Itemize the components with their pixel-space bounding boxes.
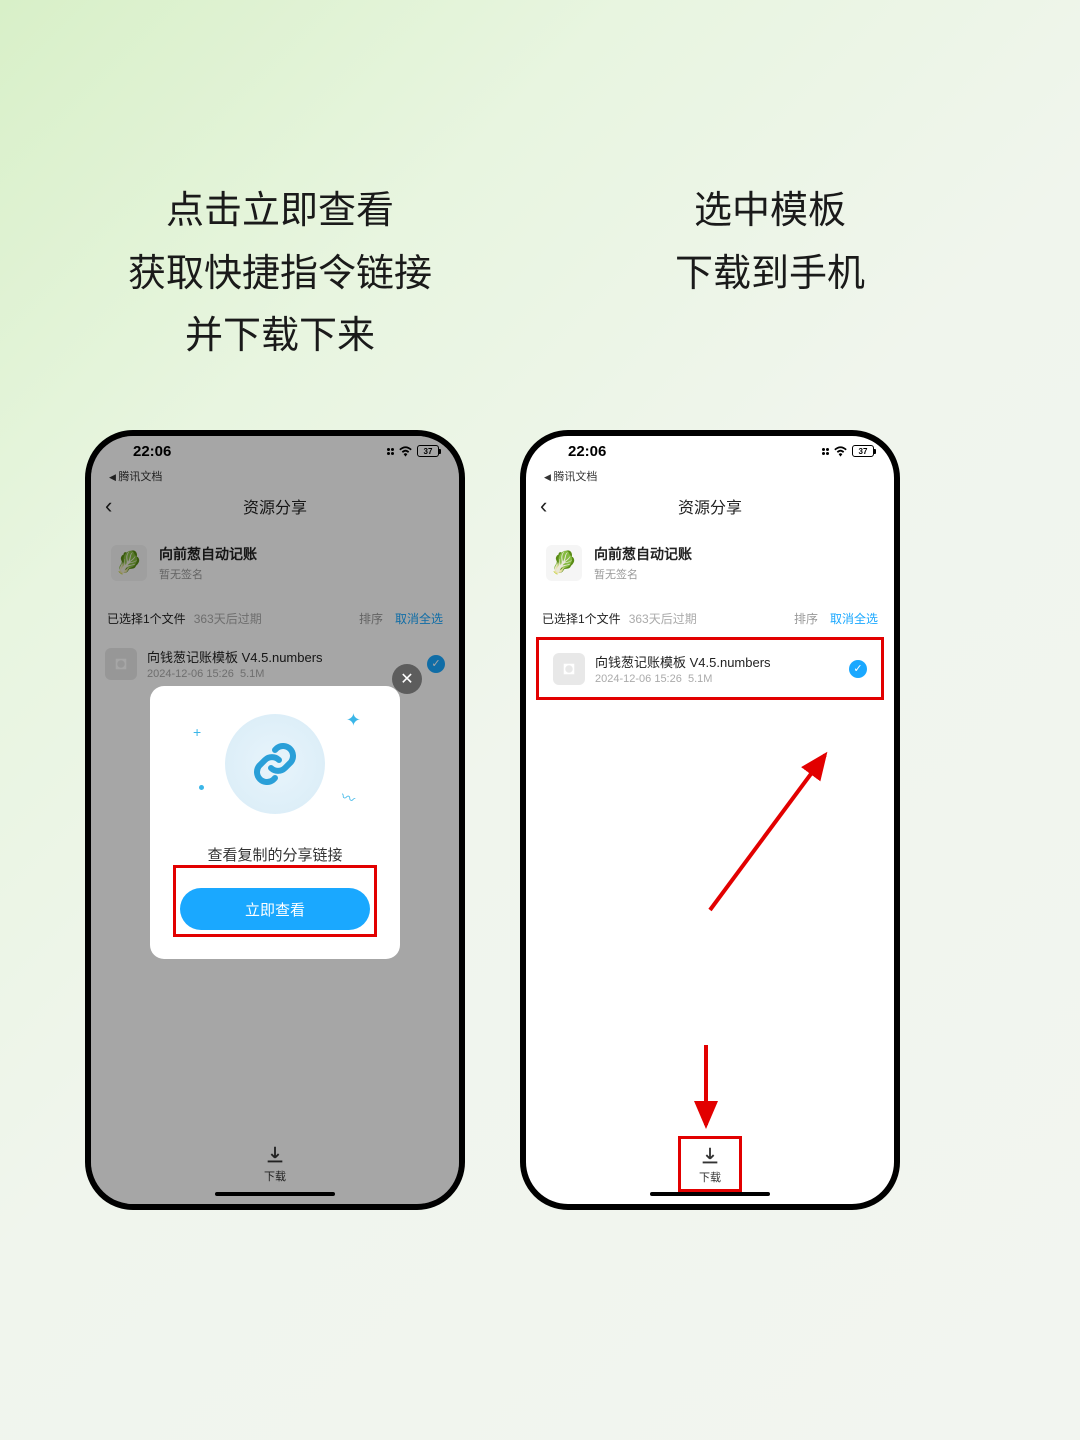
home-indicator [650, 1192, 770, 1196]
selected-count: 已选择1个文件 [107, 610, 186, 627]
bottom-bar: 下载 [91, 1124, 459, 1204]
profile-block: 🥬 向前葱自动记账 暂无签名 [526, 526, 894, 602]
sparkle-icon [199, 785, 204, 790]
file-icon [105, 648, 137, 680]
nav-title: 资源分享 [243, 494, 307, 518]
download-icon [699, 1145, 721, 1167]
sparkle-icon: + [193, 724, 201, 740]
link-illustration: + ✦ 〰 [225, 714, 325, 814]
battery-icon: 37 [417, 445, 439, 457]
status-time: 22:06 [568, 443, 606, 460]
selection-row: 已选择1个文件 363天后过期 排序 取消全选 [526, 602, 894, 635]
status-time: 22:06 [133, 443, 171, 460]
check-icon[interactable]: ✓ [427, 655, 445, 673]
profile-name: 向前葱自动记账 [159, 544, 257, 564]
check-icon[interactable]: ✓ [849, 660, 867, 678]
expire-text: 363天后过期 [194, 610, 359, 627]
share-link-modal: ✕ + ✦ 〰 查看复制的分享链接 立即查看 [150, 686, 400, 959]
expire-text: 363天后过期 [629, 610, 794, 627]
profile-name: 向前葱自动记账 [594, 544, 692, 564]
link-icon [251, 740, 299, 788]
profile-block: 🥬 向前葱自动记账 暂无签名 [91, 526, 459, 602]
download-button[interactable]: 下载 [699, 1145, 721, 1185]
status-bar: 22:06 37 [526, 436, 894, 466]
cancel-select-button[interactable]: 取消全选 [395, 610, 443, 627]
breadcrumb[interactable]: 腾讯文档 [526, 466, 894, 486]
annotation-arrow-down [686, 1040, 726, 1140]
file-meta: 2024-12-06 15:26 5.1M [595, 673, 839, 685]
sparkle-icon: 〰 [338, 786, 358, 810]
download-button[interactable]: 下载 [264, 1144, 286, 1184]
view-now-button[interactable]: 立即查看 [180, 888, 370, 930]
nav-header: ‹ 资源分享 [526, 486, 894, 526]
status-bar: 22:06 37 [91, 436, 459, 466]
avatar: 🥬 [546, 545, 582, 581]
highlight-box: 立即查看 [173, 865, 377, 937]
back-icon[interactable]: ‹ [105, 493, 112, 519]
highlight-box: 下载 [678, 1136, 742, 1192]
sort-button[interactable]: 排序 [794, 610, 818, 627]
nav-title: 资源分享 [678, 494, 742, 518]
file-meta: 2024-12-06 15:26 5.1M [147, 668, 417, 680]
caption-right: 选中模板 下载到手机 [580, 180, 960, 305]
caption-left: 点击立即查看 获取快捷指令链接 并下载下来 [90, 180, 470, 368]
status-icons: 37 [387, 445, 439, 457]
download-icon [264, 1144, 286, 1166]
highlight-box: 向钱葱记账模板 V4.5.numbers 2024-12-06 15:26 5.… [536, 637, 884, 700]
signal-icon [387, 448, 394, 455]
sparkle-icon: ✦ [346, 710, 361, 731]
file-name: 向钱葱记账模板 V4.5.numbers [147, 647, 417, 666]
selection-row: 已选择1个文件 363天后过期 排序 取消全选 [91, 602, 459, 635]
file-icon [553, 653, 585, 685]
signal-icon [822, 448, 829, 455]
download-label: 下载 [699, 1169, 721, 1185]
profile-sub: 暂无签名 [159, 566, 257, 582]
wifi-icon [833, 445, 848, 457]
selected-count: 已选择1个文件 [542, 610, 621, 627]
avatar: 🥬 [111, 545, 147, 581]
profile-sub: 暂无签名 [594, 566, 692, 582]
file-name: 向钱葱记账模板 V4.5.numbers [595, 652, 839, 671]
file-row[interactable]: 向钱葱记账模板 V4.5.numbers 2024-12-06 15:26 5.… [539, 640, 881, 697]
breadcrumb[interactable]: 腾讯文档 [91, 466, 459, 486]
nav-header: ‹ 资源分享 [91, 486, 459, 526]
status-icons: 37 [822, 445, 874, 457]
home-indicator [215, 1192, 335, 1196]
wifi-icon [398, 445, 413, 457]
modal-text: 查看复制的分享链接 [207, 844, 342, 865]
back-icon[interactable]: ‹ [540, 493, 547, 519]
cancel-select-button[interactable]: 取消全选 [830, 610, 878, 627]
battery-icon: 37 [852, 445, 874, 457]
annotation-arrow-diagonal [690, 740, 850, 930]
close-icon[interactable]: ✕ [392, 664, 422, 694]
sort-button[interactable]: 排序 [359, 610, 383, 627]
phone-left: 22:06 37 腾讯文档 ‹ 资源分享 🥬 向前葱自动记账 暂无签名 已选择1… [85, 430, 465, 1210]
download-label: 下载 [264, 1168, 286, 1184]
